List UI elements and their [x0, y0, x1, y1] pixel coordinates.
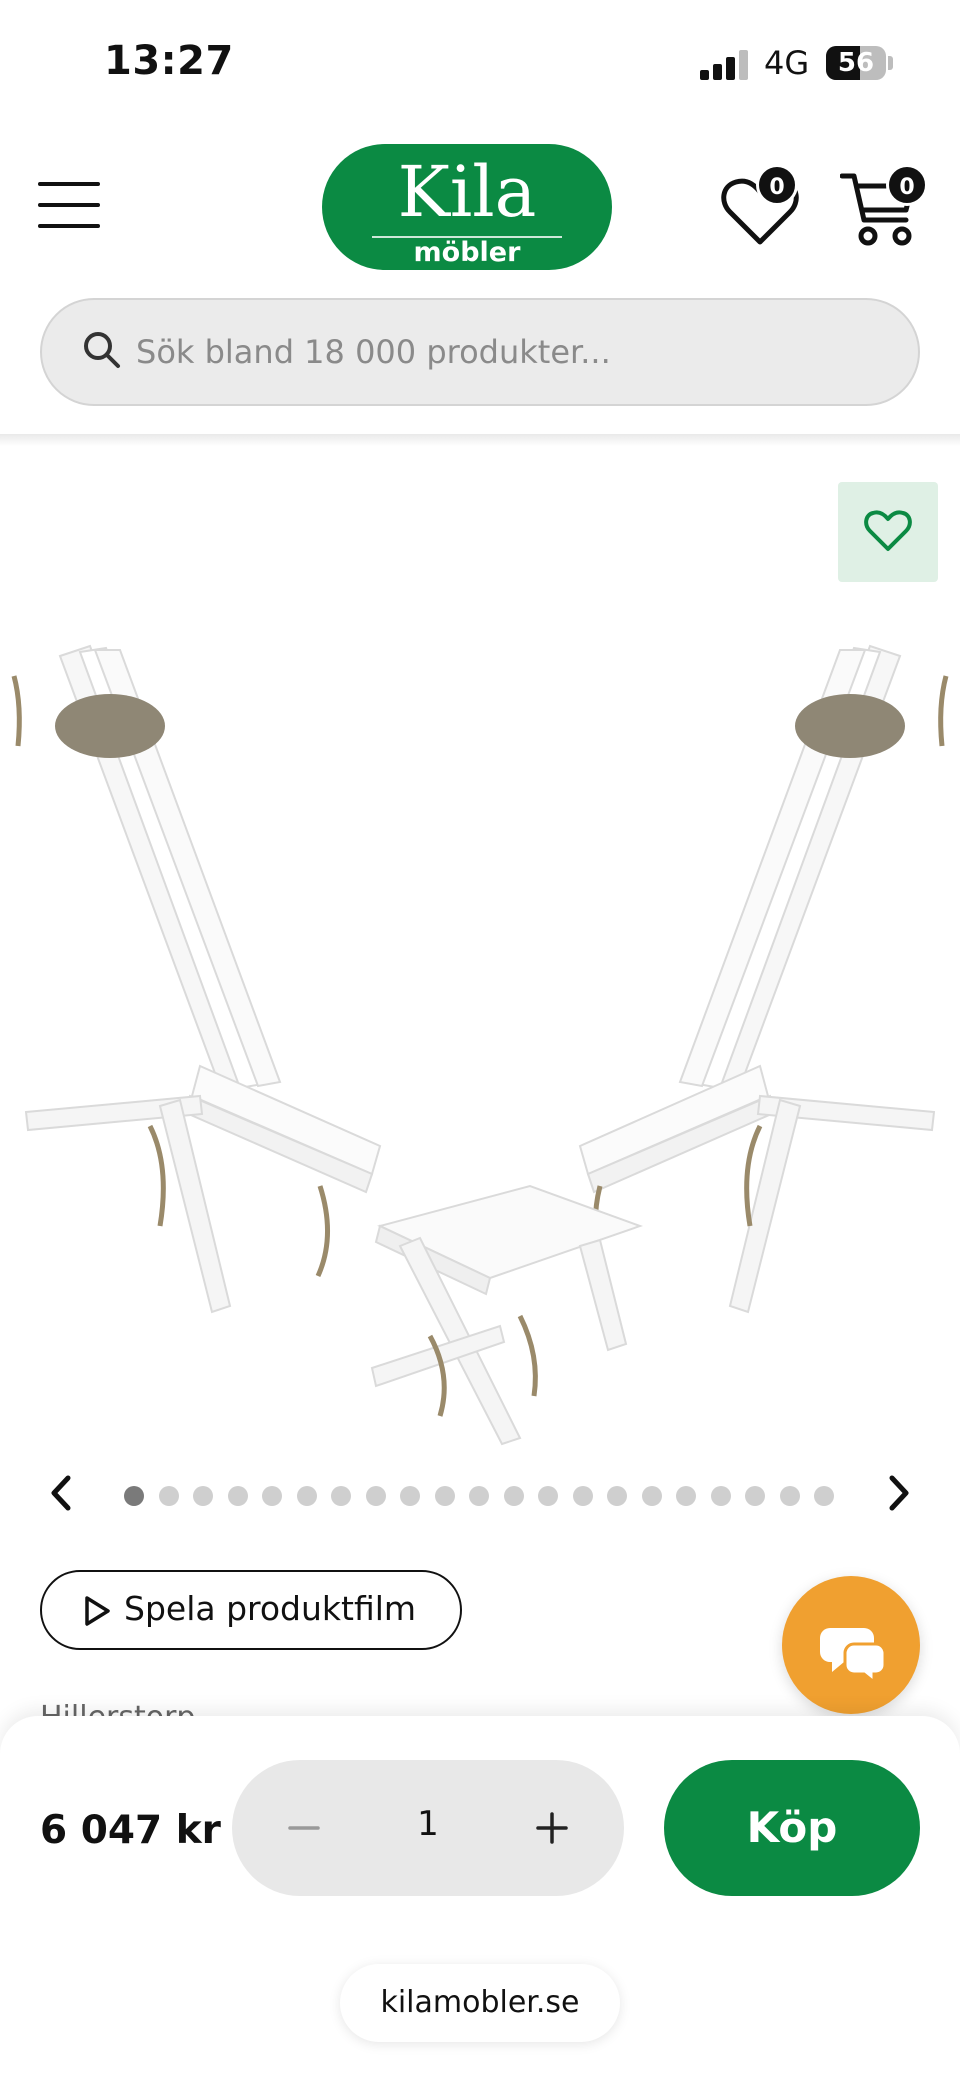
gallery-dot[interactable]: [365, 1486, 386, 1506]
cart-button[interactable]: 0: [839, 164, 928, 252]
gallery-dot[interactable]: [193, 1486, 213, 1506]
buy-button[interactable]: Köp: [664, 1760, 920, 1896]
increase-quantity-button[interactable]: [520, 1796, 584, 1860]
menu-button[interactable]: [38, 180, 100, 230]
product-gallery: [0, 446, 960, 1511]
wishlist-button[interactable]: 0: [720, 164, 800, 252]
gallery-dot[interactable]: [434, 1486, 455, 1506]
status-bar: 13:27 4G 56: [0, 0, 960, 120]
gallery-dot[interactable]: [779, 1486, 800, 1506]
search-icon: [84, 332, 120, 368]
search-input[interactable]: [136, 322, 876, 382]
battery-level: 56: [837, 48, 875, 78]
product-price: 6 047 kr: [40, 1808, 221, 1853]
play-video-label: Spela produktfilm: [124, 1589, 417, 1628]
gallery-dot[interactable]: [331, 1486, 351, 1506]
play-video-button[interactable]: Spela produktfilm: [40, 1570, 462, 1650]
wishlist-count-badge: 0: [756, 164, 798, 206]
gallery-dot[interactable]: [158, 1486, 179, 1506]
footstool: [370, 1184, 643, 1446]
site-header: Kila möbler 0 0: [0, 130, 960, 280]
play-icon: [85, 1596, 110, 1626]
gallery-dot[interactable]: [400, 1486, 420, 1506]
gallery-dot[interactable]: [607, 1486, 627, 1506]
pillow-right: [795, 694, 905, 758]
network-label: 4G: [764, 44, 810, 82]
gallery-dot[interactable]: [262, 1486, 282, 1506]
gallery-next-button[interactable]: [880, 1468, 920, 1518]
gallery-dot[interactable]: [503, 1486, 524, 1506]
gallery-dot[interactable]: [572, 1486, 593, 1506]
search-bar[interactable]: [40, 298, 920, 406]
gallery-prev-button[interactable]: [40, 1468, 80, 1518]
gallery-dot[interactable]: [641, 1486, 662, 1506]
gallery-dot[interactable]: [676, 1486, 696, 1506]
gallery-dot[interactable]: [710, 1486, 731, 1506]
chat-icon: [820, 1628, 887, 1686]
gallery-dot[interactable]: [814, 1486, 834, 1506]
browser-url-bar[interactable]: kilamobler.se: [340, 1964, 620, 2042]
gallery-dot[interactable]: [538, 1486, 558, 1506]
pillow-left: [55, 694, 165, 758]
quantity-stepper: 1: [232, 1760, 624, 1896]
cart-count-badge: 0: [886, 164, 928, 206]
site-logo[interactable]: Kila möbler: [322, 144, 612, 270]
favorite-button[interactable]: [838, 482, 938, 582]
heart-icon: [864, 510, 912, 551]
product-image[interactable]: [0, 626, 960, 1726]
quantity-value[interactable]: 1: [352, 1804, 504, 1844]
logo-wordmark: Kila: [397, 151, 537, 233]
signal-icon: [700, 50, 752, 80]
gallery-dot[interactable]: [124, 1486, 144, 1506]
logo-subtitle: möbler: [413, 237, 521, 268]
gallery-dot[interactable]: [227, 1486, 248, 1506]
chat-button[interactable]: [782, 1576, 920, 1714]
gallery-dot[interactable]: [469, 1486, 489, 1506]
decrease-quantity-button[interactable]: [272, 1796, 336, 1860]
gallery-dot[interactable]: [745, 1486, 765, 1506]
gallery-dot[interactable]: [296, 1486, 317, 1506]
battery-icon: 56: [826, 46, 886, 80]
status-time: 13:27: [104, 38, 234, 84]
